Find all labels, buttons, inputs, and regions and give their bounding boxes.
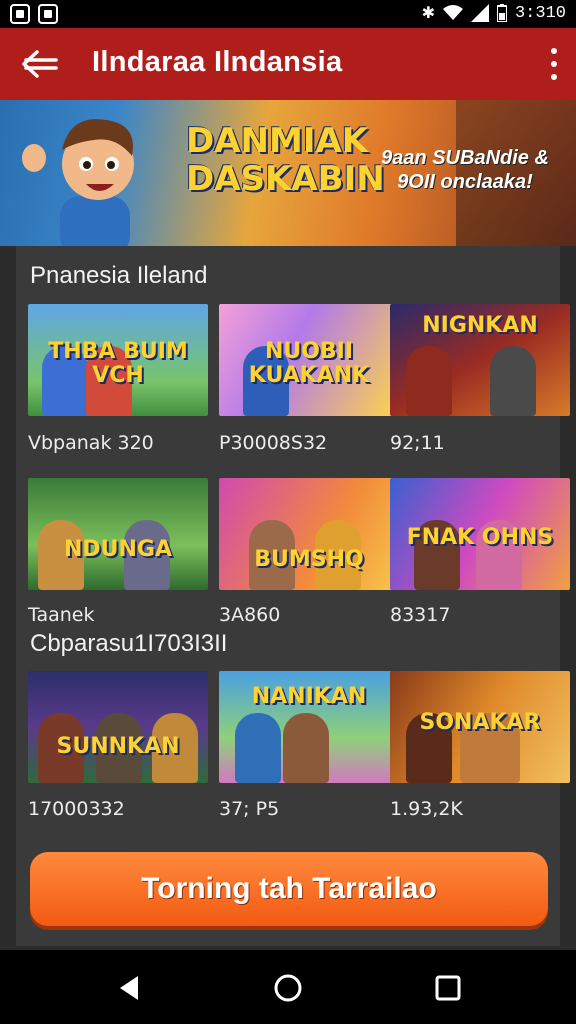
game-thumbnail[interactable]: FNAK OHNS — [390, 478, 570, 590]
thumbnail-label: NIGNKAN — [422, 313, 538, 338]
section-title: Pnanesia Ileland — [30, 262, 208, 289]
primary-cta-button[interactable]: Torning tah Tarrailao — [30, 852, 548, 926]
game-thumbnail[interactable]: NDUNGA — [28, 478, 208, 590]
banner-tagline: 9aan SUBaNdie & 9OII onclaaka! — [381, 147, 549, 193]
android-icon — [38, 4, 58, 24]
play-count: P30008S32 — [219, 432, 328, 454]
play-count: 37; P5 — [219, 798, 280, 820]
play-count: Taanek — [28, 604, 95, 626]
content-panel: Pnanesia Ileland THBA BUIM VCH Vbpanak 3… — [16, 246, 570, 946]
game-thumbnail[interactable]: NANIKAN — [219, 671, 399, 783]
game-thumbnail[interactable]: SONAKAR — [390, 671, 570, 783]
home-circle-icon[interactable] — [272, 972, 304, 1004]
hero-character-illustration — [22, 119, 134, 246]
thumbnail-label: SONAKAR — [419, 710, 541, 735]
play-count: 83317 — [390, 604, 451, 626]
wifi-icon — [442, 5, 463, 20]
game-card[interactable]: NANIKAN — [219, 671, 399, 783]
back-arrow-icon — [22, 50, 58, 78]
more-vertical-icon[interactable] — [546, 48, 562, 80]
page-title: Ilndaraa Ilndansia — [92, 46, 343, 78]
game-card[interactable]: NDUNGA — [28, 478, 208, 590]
game-card[interactable]: BUMSHQ — [219, 478, 399, 590]
section-title: Cbparasu1I703I3II — [30, 630, 228, 657]
game-thumbnail[interactable]: THBA BUIM VCH — [28, 304, 208, 416]
promo-banner[interactable]: DANMIAK DASKABIN 9aan SUBaNdie & 9OII on… — [0, 100, 576, 246]
app-bar: Ilndaraa Ilndansia — [0, 28, 576, 100]
system-nav-bar — [0, 950, 576, 1024]
status-time: 3:310 — [514, 3, 566, 23]
back-button[interactable] — [16, 42, 64, 86]
thumbnail-label: BUMSHQ — [254, 547, 364, 572]
bluetooth-icon: ✱ — [421, 5, 435, 22]
play-count: 3A860 — [219, 604, 281, 626]
back-triangle-icon[interactable] — [114, 972, 146, 1004]
play-count: 17000332 — [28, 798, 125, 820]
cta-label: Torning tah Tarrailao — [141, 872, 437, 905]
recents-square-icon[interactable] — [432, 972, 464, 1004]
notification-icon — [10, 4, 30, 24]
game-card[interactable]: THBA BUIM VCH — [28, 304, 208, 416]
game-card[interactable]: SONAKAR — [390, 671, 570, 783]
banner-title: DANMIAK DASKABIN — [186, 121, 385, 199]
play-count: Vbpanak 320 — [28, 432, 154, 454]
thumbnail-label: NANIKAN — [251, 684, 367, 709]
thumbnail-label: NUOBII KUAKANK — [248, 339, 370, 388]
game-card[interactable]: SUNNKAN — [28, 671, 208, 783]
play-count: 92;11 — [390, 432, 445, 454]
game-thumbnail[interactable]: BUMSHQ — [219, 478, 399, 590]
battery-icon — [496, 4, 507, 22]
status-bar: ✱ 3:310 — [0, 0, 576, 28]
thumbnail-label: NDUNGA — [63, 537, 173, 562]
game-thumbnail[interactable]: NIGNKAN — [390, 304, 570, 416]
thumbnail-label: THBA BUIM VCH — [48, 339, 188, 388]
game-card[interactable]: NIGNKAN — [390, 304, 570, 416]
game-thumbnail[interactable]: SUNNKAN — [28, 671, 208, 783]
signal-icon — [470, 4, 489, 22]
game-thumbnail[interactable]: NUOBII KUAKANK — [219, 304, 399, 416]
thumbnail-label: SUNNKAN — [56, 734, 180, 759]
play-count: 1.93,2K — [390, 798, 463, 820]
thumbnail-label: FNAK OHNS — [406, 525, 554, 550]
game-card[interactable]: FNAK OHNS — [390, 478, 570, 590]
game-card[interactable]: NUOBII KUAKANK — [219, 304, 399, 416]
